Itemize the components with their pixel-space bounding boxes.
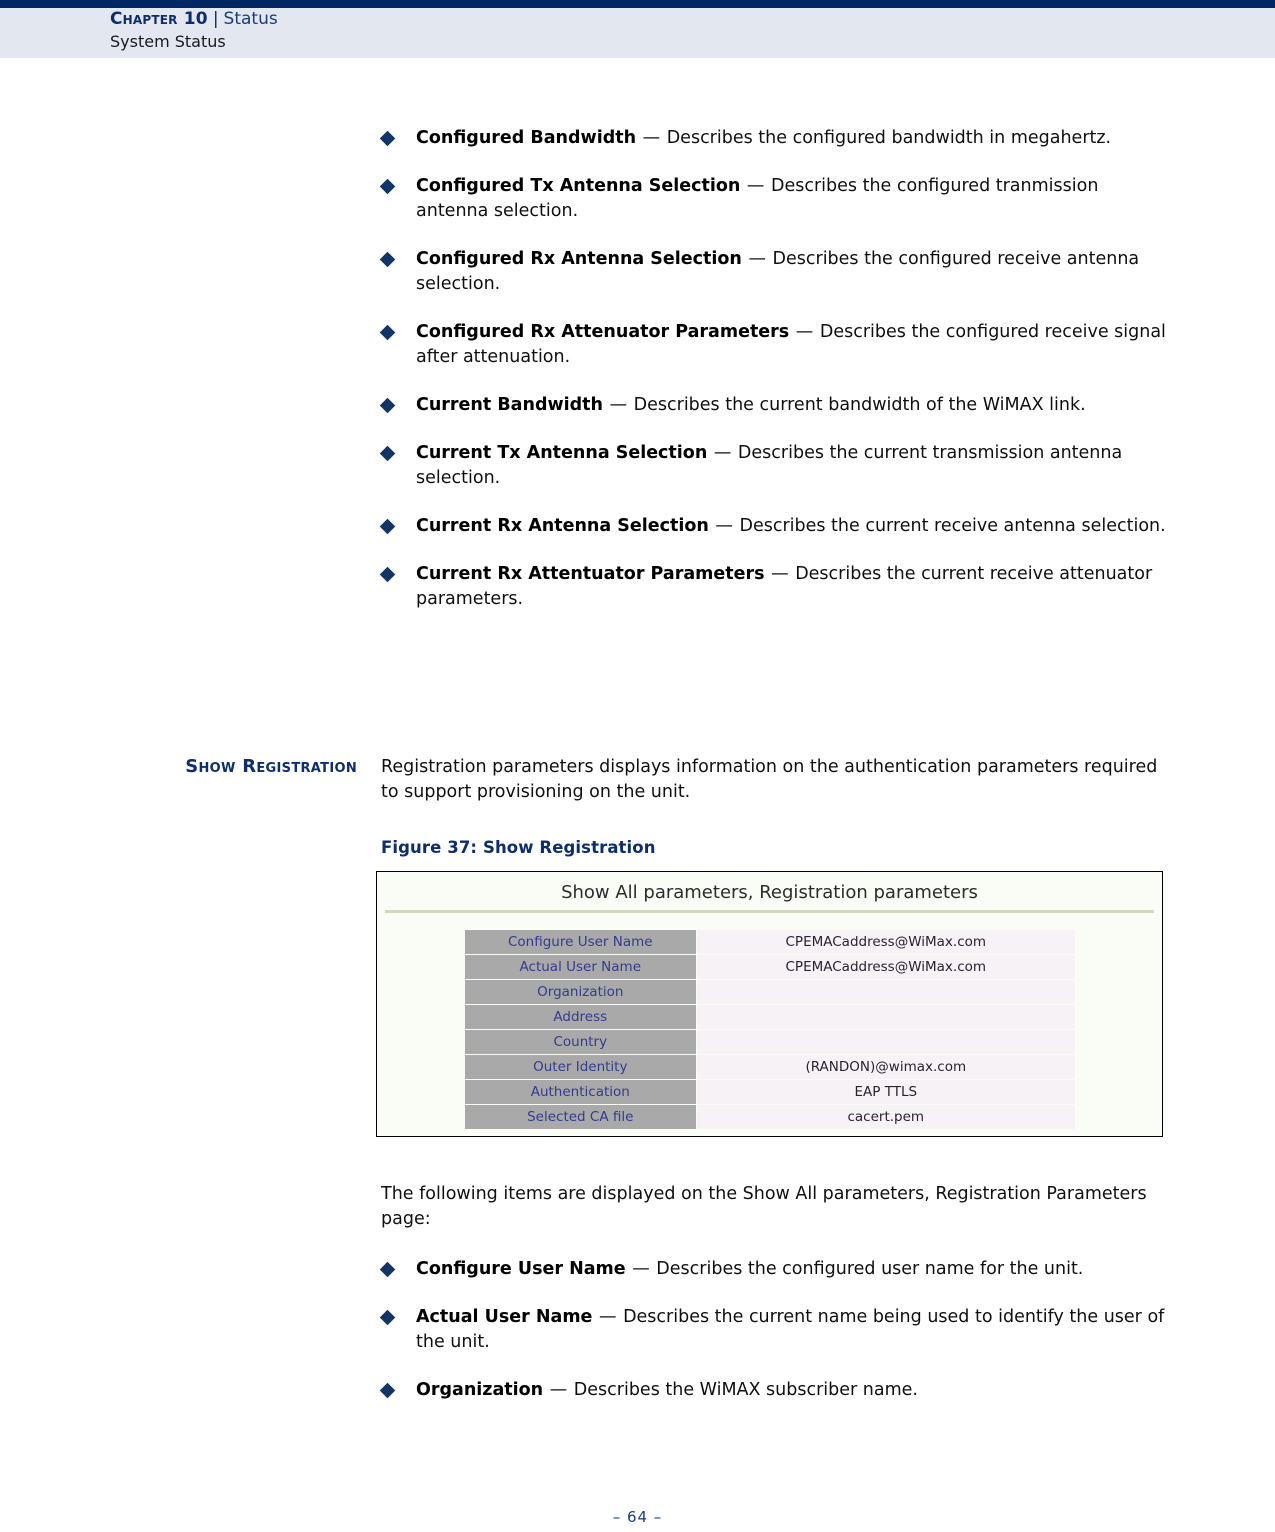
bullet-dash: —: [593, 1307, 623, 1327]
table-row-label: Authentication: [464, 1080, 697, 1104]
bullet-description: Describes the current bandwidth of the W…: [633, 395, 1086, 415]
page-number: – 64 –: [612, 1508, 663, 1526]
diamond-bullet-icon: [379, 178, 396, 195]
diamond-bullet-icon: [379, 518, 396, 535]
bullet-term: Configured Rx Attenuator Parameters: [416, 322, 790, 342]
table-row-label: Actual User Name: [464, 955, 697, 979]
diamond-bullet-icon: [379, 1309, 396, 1326]
bullet-dash: —: [637, 128, 666, 148]
bullet-description: Describes the WiMAX subscriber name.: [573, 1380, 918, 1400]
diamond-bullet-icon: [379, 251, 396, 268]
bullet-term: Current Bandwidth: [416, 395, 603, 415]
bullet-term: Organization: [416, 1380, 544, 1400]
table-row: Configure User Name CPEMACaddress@WiMax.c…: [464, 930, 1075, 954]
bullet-dash: —: [708, 443, 737, 463]
bullet-item: Current Tx Antenna Selection — Describes…: [379, 441, 1171, 491]
diamond-bullet-icon: [379, 445, 396, 462]
bullet-term: Current Rx Antenna Selection: [416, 516, 709, 536]
bullet-term: Actual User Name: [416, 1307, 593, 1327]
table-row-label: Address: [464, 1005, 697, 1029]
figure-divider: [385, 910, 1154, 913]
table-row: Organization: [464, 980, 1075, 1004]
bullet-term: Configure User Name: [416, 1259, 626, 1279]
table-row-label: Country: [464, 1030, 697, 1054]
table-row-label: Organization: [464, 980, 697, 1004]
top-bullet-list: Configured Bandwidth — Describes the con…: [379, 126, 1171, 635]
bullet-dash: —: [742, 249, 772, 269]
section-paragraph: Registration parameters displays informa…: [381, 757, 1158, 802]
registration-parameters-table: Configure User Name CPEMACaddress@WiMax.c…: [464, 929, 1075, 1130]
table-row: Selected CA file cacert.pem: [464, 1105, 1075, 1129]
table-row-label: Configure User Name: [464, 930, 697, 954]
table-row-value: CPEMACaddress@WiMax.com: [696, 930, 1075, 954]
table-row-label: Selected CA file: [464, 1105, 697, 1129]
bullet-description: Describes the configured bandwidth in me…: [666, 128, 1112, 148]
chapter-line: Chapter 10 | Status: [110, 8, 278, 30]
bullet-item: Configured Rx Antenna Selection — Descri…: [379, 247, 1171, 297]
diamond-bullet-icon: [379, 324, 396, 341]
page-subtitle: System Status: [110, 32, 226, 51]
table-row: Address: [464, 1005, 1075, 1029]
top-navy-rule: [0, 0, 1275, 8]
figure-title: Show All parameters, Registration parame…: [561, 882, 978, 903]
diamond-bullet-icon: [379, 1261, 396, 1278]
bullet-description: Describes the current receive antenna se…: [739, 516, 1166, 536]
bullet-dash: —: [790, 322, 819, 342]
table-row: Country: [464, 1030, 1075, 1054]
chapter-separator: |: [212, 9, 219, 29]
figure-screenshot: Show All parameters, Registration parame…: [376, 871, 1163, 1137]
bullet-term: Current Tx Antenna Selection: [416, 443, 708, 463]
bullet-item: Current Rx Antenna Selection — Describes…: [379, 514, 1171, 539]
bullet-description: Describes the configured user name for t…: [656, 1259, 1084, 1279]
diamond-bullet-icon: [379, 566, 396, 583]
table-row-value: [696, 1030, 1075, 1054]
bullet-dash: —: [544, 1380, 573, 1400]
bullet-dash: —: [604, 395, 633, 415]
table-row-value: EAP TTLS: [696, 1080, 1075, 1104]
bullet-term: Current Rx Attentuator Parameters: [416, 564, 765, 584]
bullet-term: Configured Bandwidth: [416, 128, 637, 148]
table-row: Actual User Name CPEMACaddress@WiMax.com: [464, 955, 1075, 979]
bullet-dash: —: [765, 564, 795, 584]
chapter-label: Chapter 10: [110, 9, 208, 29]
figure-caption: Figure 37: Show Registration: [381, 838, 656, 857]
table-row-value: [696, 980, 1075, 1004]
diamond-bullet-icon: [379, 1382, 396, 1399]
diamond-bullet-icon: [379, 130, 396, 147]
table-row: Authentication EAP TTLS: [464, 1080, 1075, 1104]
bottom-bullet-list: Configure User Name — Describes the conf…: [379, 1257, 1171, 1426]
bullet-item: Configure User Name — Describes the conf…: [379, 1257, 1171, 1282]
bullet-dash: —: [626, 1259, 656, 1279]
bullet-item: Configured Rx Attenuator Parameters — De…: [379, 320, 1171, 370]
table-row-value: [696, 1005, 1075, 1029]
bullet-item: Current Bandwidth — Describes the curren…: [379, 393, 1171, 418]
bullet-dash: —: [741, 176, 770, 196]
bullet-item: Configured Bandwidth — Describes the con…: [379, 126, 1171, 151]
table-row-value: CPEMACaddress@WiMax.com: [696, 955, 1075, 979]
bullet-term: Configured Tx Antenna Selection: [416, 176, 741, 196]
side-heading-show-registration: Show Registration: [185, 756, 357, 777]
table-row: Outer Identity (RANDON)@wimax.com: [464, 1055, 1075, 1079]
table-row-value: cacert.pem: [696, 1105, 1075, 1129]
chapter-topic: Status: [223, 9, 278, 29]
table-row-label: Outer Identity: [464, 1055, 697, 1079]
bullet-term: Configured Rx Antenna Selection: [416, 249, 742, 269]
after-figure-paragraph: The following items are displayed on the…: [381, 1184, 1147, 1229]
bullet-item: Current Rx Attentuator Parameters — Desc…: [379, 562, 1171, 612]
page-footer: – 64 –: [0, 1508, 1275, 1526]
table-row-value: (RANDON)@wimax.com: [696, 1055, 1075, 1079]
diamond-bullet-icon: [379, 397, 396, 414]
bullet-item: Organization — Describes the WiMAX subsc…: [379, 1378, 1171, 1403]
bullet-item: Configured Tx Antenna Selection — Descri…: [379, 174, 1171, 224]
bullet-dash: —: [709, 516, 739, 536]
page-header-text: Chapter 10 | Status System Status: [110, 8, 278, 52]
bullet-item: Actual User Name — Describes the current…: [379, 1305, 1171, 1355]
